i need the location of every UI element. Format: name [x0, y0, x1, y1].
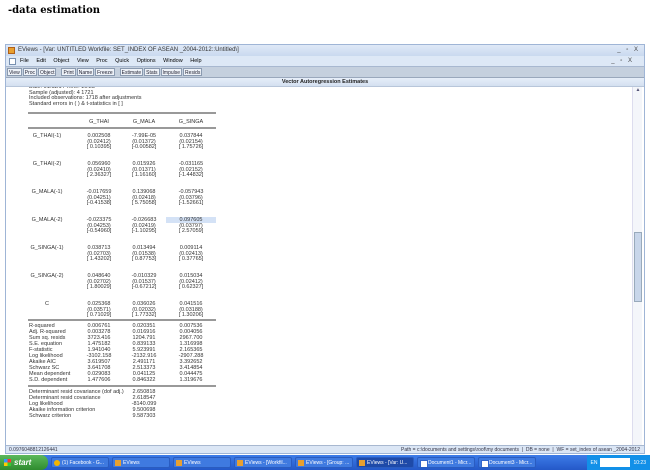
column-header: G_SINGA: [178, 119, 204, 125]
coefficient-cell: [-0.00582]: [131, 144, 157, 151]
coefficient-cell: [ 1.77332]: [131, 312, 157, 319]
status-paths: Path = c:\documents and settings\roof\my…: [400, 447, 640, 453]
coefficient-cell: [-1.52661]: [178, 200, 204, 207]
table-rule: [28, 127, 216, 129]
coefficient-cell: [ 1.16160]: [131, 172, 157, 179]
resids-button[interactable]: Resids: [183, 68, 203, 76]
menu-object[interactable]: Object: [53, 58, 69, 64]
status-db: DB = none: [525, 447, 550, 453]
stat-value: 0.846322: [132, 377, 156, 384]
coefficient-cell: [ 0.37765]: [178, 256, 204, 263]
impulse-button[interactable]: Impulse: [160, 68, 183, 76]
input-widget: [600, 458, 631, 467]
window-controls[interactable]: _ ▫ X: [617, 45, 640, 56]
coefficient-cell: [ 1.43202]: [86, 256, 112, 263]
vertical-scrollbar[interactable]: ▲: [632, 87, 642, 445]
stats-button[interactable]: Stats: [144, 68, 160, 76]
task-eviews-1[interactable]: EViews: [112, 457, 170, 468]
coefficient-cell: [ 2.36327]: [86, 172, 112, 179]
menu-options[interactable]: Options: [137, 58, 156, 64]
coefficient-cell: [-0.41538]: [86, 200, 112, 207]
task-eviews-group[interactable]: EViews - [Group: ...: [295, 457, 353, 468]
task-facebook[interactable]: (1) Facebook - G...: [51, 457, 109, 468]
menu-proc[interactable]: Proc: [96, 58, 107, 64]
task-eviews-workfile[interactable]: EViews - [Workfil...: [234, 457, 292, 468]
estimate-button[interactable]: Estimate: [119, 68, 144, 76]
status-wf: WF = set_index of asean _2004-2012: [556, 447, 640, 453]
column-header: G_THAI: [89, 119, 109, 125]
coefficient-cell: [ 5.75058]: [131, 200, 157, 207]
output-header: Vector Autoregression Estimates: [6, 78, 644, 87]
scroll-up-icon[interactable]: ▲: [634, 87, 642, 95]
estimation-info-line: Standard errors in ( ) & t-statistics in…: [29, 101, 123, 108]
view-button[interactable]: View: [7, 68, 22, 76]
document-icon: [9, 58, 16, 65]
menu-window[interactable]: Window: [163, 58, 183, 64]
status-value: 0.0976048812126441: [9, 447, 58, 453]
coefficient-cell: [ 1.75726]: [178, 144, 204, 151]
proc-button[interactable]: Proc: [22, 68, 38, 76]
system-stat-value: 9.587303: [132, 413, 156, 420]
stat-value: 1.477606: [87, 377, 111, 384]
column-header: G_MALA: [132, 119, 156, 125]
status-path: Path = c:\documents and settings\roof\my…: [400, 447, 519, 453]
toolbar: View Proc Object Print Name Freeze Estim…: [6, 67, 644, 78]
table-rule: [28, 385, 216, 388]
menu-bar: File Edit Object View Proc Quick Options…: [6, 56, 644, 67]
stat-value: 1.319676: [179, 377, 203, 384]
coefficient-cell: [-1.10295]: [131, 228, 157, 235]
system-tray: EN 10:23: [586, 455, 650, 470]
eviews-window: EViews - [Var: UNTITLED Workfile: SET_IN…: [5, 44, 645, 454]
menu-help[interactable]: Help: [190, 58, 201, 64]
eviews-app-icon: [8, 47, 15, 54]
status-bar: 0.0976048812126441 Path = c:\documents a…: [6, 445, 644, 453]
scrollbar-thumb[interactable]: [634, 232, 642, 302]
var-output: Date: 01/11/14 Time: 10:23 Sample (adjust…: [6, 87, 632, 445]
language-indicator[interactable]: EN: [591, 460, 598, 466]
coefficient-cell: [-1.44832]: [178, 172, 204, 179]
coefficient-cell: [ 2.57059]: [178, 228, 204, 235]
clock: 10:23: [633, 459, 646, 466]
menu-file[interactable]: File: [20, 58, 29, 64]
task-document1[interactable]: Document1 - Micr...: [417, 457, 475, 468]
coefficient-cell: [-0.67212]: [131, 284, 157, 291]
coefficient-cell: [-0.54960]: [86, 228, 112, 235]
taskbar: start (1) Facebook - G... EViews EViews …: [0, 455, 650, 470]
menu-quick[interactable]: Quick: [115, 58, 129, 64]
table-rule: [28, 112, 216, 114]
coefficient-cell: [ 1.30206]: [178, 312, 204, 319]
menu-edit[interactable]: Edit: [36, 58, 45, 64]
window-title: EViews - [Var: UNTITLED Workfile: SET_IN…: [18, 47, 239, 53]
print-button[interactable]: Print: [61, 68, 76, 76]
menu-view[interactable]: View: [77, 58, 89, 64]
coefficient-cell: [ 0.62327]: [178, 284, 204, 291]
coefficient-cell: [ 0.10395]: [86, 144, 112, 151]
title-bar: EViews - [Var: UNTITLED Workfile: SET_IN…: [6, 45, 644, 56]
name-button[interactable]: Name: [76, 68, 95, 76]
object-button[interactable]: Object: [38, 68, 57, 76]
coefficient-cell: [ 1.80029]: [86, 284, 112, 291]
stat-label: S.D. dependent: [29, 377, 68, 384]
freeze-button[interactable]: Freeze: [95, 68, 115, 76]
system-stat-label: Schwarz criterion: [29, 413, 72, 420]
task-document3[interactable]: Document3 - Micr...: [478, 457, 536, 468]
coefficient-cell: [ 0.87753]: [131, 256, 157, 263]
task-eviews-var[interactable]: EViews - [Var: U...: [356, 457, 414, 468]
coefficient-cell: [ 0.71029]: [86, 312, 112, 319]
child-window-controls[interactable]: _ ▫ X: [611, 56, 634, 67]
start-button[interactable]: start: [0, 455, 48, 470]
document-heading: -data estimation: [8, 5, 101, 16]
table-rule: [28, 319, 216, 322]
task-eviews-2[interactable]: EViews: [173, 457, 231, 468]
